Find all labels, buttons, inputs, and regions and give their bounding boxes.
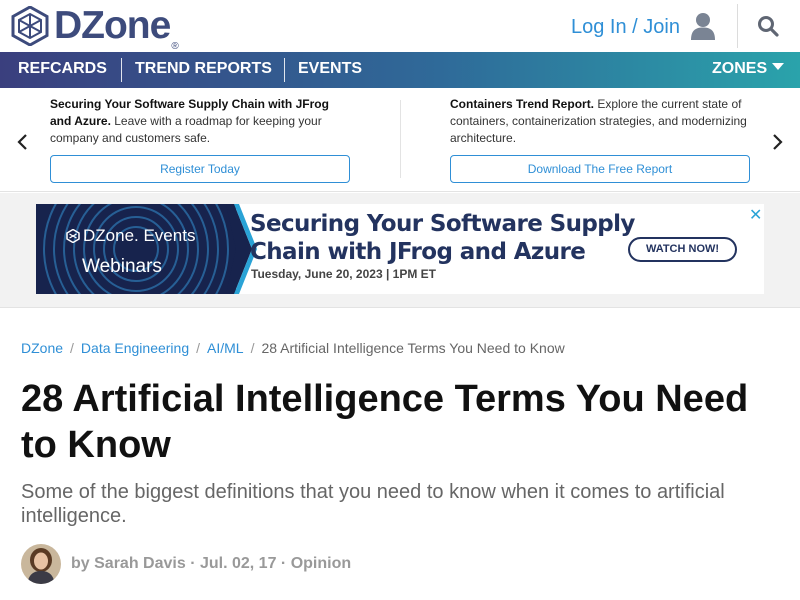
- close-icon[interactable]: ✕: [749, 205, 762, 225]
- promo-right-title: Containers Trend Report.: [450, 97, 595, 111]
- breadcrumb-separator: /: [70, 340, 74, 356]
- breadcrumb-ai-ml[interactable]: AI/ML: [207, 340, 244, 356]
- dzone-logo[interactable]: DZone ®: [10, 4, 179, 52]
- byline-separator: ·: [190, 555, 196, 572]
- breadcrumb-separator: /: [196, 340, 200, 356]
- login-join-link[interactable]: Log In / Join: [571, 16, 680, 39]
- promo-carousel: Securing Your Software Supply Chain with…: [0, 88, 800, 192]
- breadcrumb: DZone / Data Engineering / AI/ML / 28 Artifici…: [21, 340, 565, 356]
- chevron-right-icon[interactable]: [770, 133, 784, 151]
- article-header: DZone / Data Engineering / AI/ML / 28 Artifici…: [0, 307, 800, 600]
- header-divider: [737, 4, 738, 48]
- zones-label: ZONES: [712, 60, 768, 77]
- ad-brand: DZone. Events: [66, 226, 195, 246]
- article-subtitle: Some of the biggest definitions that you…: [21, 481, 725, 527]
- breadcrumb-data-engineering[interactable]: Data Engineering: [81, 340, 189, 356]
- nav-item-trend-reports[interactable]: TREND REPORTS: [135, 52, 272, 88]
- author-avatar[interactable]: [21, 544, 61, 584]
- nav-item-refcards[interactable]: REFCARDS: [18, 52, 107, 88]
- logo-wordmark: DZone: [54, 4, 171, 47]
- article-category-link[interactable]: Opinion: [291, 555, 351, 573]
- search-icon[interactable]: [757, 15, 779, 37]
- chevron-down-icon: [772, 63, 785, 71]
- breadcrumb-separator: /: [250, 340, 255, 356]
- download-report-button[interactable]: Download The Free Report: [450, 155, 750, 183]
- site-header: DZone ® Log In / Join: [0, 0, 800, 52]
- ad-brand-text: DZone. Events: [83, 226, 196, 245]
- ad-ripple-graphic: [43, 204, 229, 294]
- article-byline: by Sarah Davis · Jul. 02, 17 · Opinion: [21, 544, 351, 584]
- dzone-hex-icon: [11, 6, 49, 46]
- user-icon[interactable]: [690, 12, 716, 40]
- ad-title: Securing Your Software Supply Chain with…: [250, 210, 635, 266]
- register-today-button[interactable]: Register Today: [50, 155, 350, 183]
- dzone-hex-icon: [66, 229, 80, 243]
- ad-date: Tuesday, June 20, 2023 | 1PM ET: [251, 267, 436, 281]
- nav-separator: [284, 58, 285, 82]
- chevron-left-icon[interactable]: [16, 133, 30, 151]
- watch-now-button[interactable]: WATCH NOW!: [628, 237, 737, 262]
- ad-brand-panel: DZone. Events Webinars: [36, 204, 236, 294]
- promo-right-text: Containers Trend Report. Explore the cur…: [450, 96, 750, 147]
- main-nav: REFCARDS TREND REPORTS EVENTS ZONES: [0, 52, 800, 88]
- logo-registered-mark: ®: [171, 40, 179, 52]
- byline-prefix: by: [71, 555, 90, 572]
- byline-separator: ·: [280, 555, 287, 572]
- promo-left-text: Securing Your Software Supply Chain with…: [50, 96, 350, 147]
- nav-item-events[interactable]: EVENTS: [298, 52, 362, 88]
- ad-container: DZone. Events Webinars Securing Your Sof…: [0, 193, 800, 307]
- breadcrumb-current: 28 Artificial Intelligence Terms You Nee…: [261, 340, 565, 356]
- author-name-link[interactable]: Sarah Davis: [94, 555, 186, 573]
- article-title: 28 Artificial Intelligence Terms You Nee…: [21, 378, 749, 466]
- breadcrumb-dzone[interactable]: DZone: [21, 340, 63, 356]
- webinar-ad-banner[interactable]: DZone. Events Webinars Securing Your Sof…: [36, 204, 764, 294]
- ad-title-line-1: Securing Your Software Supply: [250, 211, 635, 237]
- ad-webinars-label: Webinars: [82, 256, 162, 277]
- publish-date: Jul. 02, 17: [199, 555, 277, 572]
- promo-divider: [400, 100, 401, 178]
- nav-separator: [121, 58, 122, 82]
- ad-title-line-2: Chain with JFrog and Azure: [250, 239, 586, 265]
- zones-dropdown[interactable]: ZONES: [712, 52, 785, 88]
